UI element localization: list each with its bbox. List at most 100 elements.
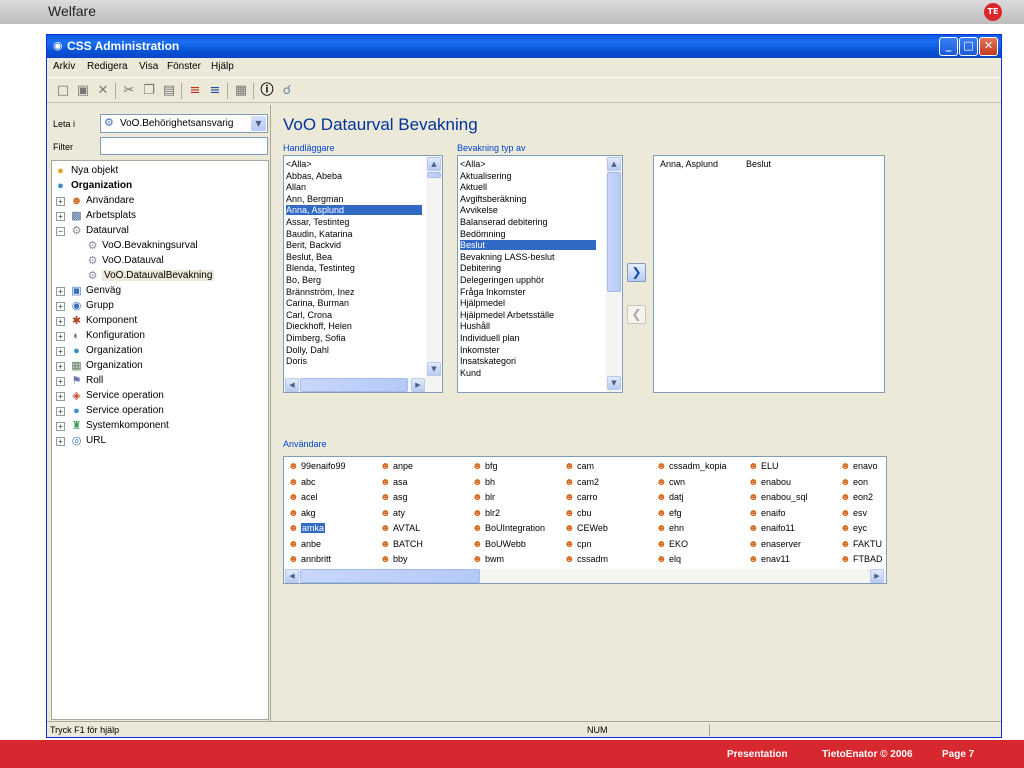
expand-icon[interactable]: + [56,212,65,221]
remove-arrow-button[interactable]: ❮ [627,305,646,324]
leta-i-combobox[interactable]: ⚙ VoO.Behörighetsansvarig ▼ [100,114,268,133]
menu-redigera[interactable]: Redigera [87,61,128,72]
handlaggare-item[interactable]: Abbas, Abeba [286,171,422,181]
bevakning-item[interactable]: Hushåll [460,321,596,331]
scroll-up-icon[interactable]: ▲ [427,157,441,171]
handlaggare-item[interactable]: Beslut, Bea [286,252,422,262]
scroll-right-icon[interactable]: ▶ [870,569,884,583]
bevakning-item[interactable]: Aktuell [460,182,596,192]
scrollbar[interactable]: ◀ ▶ [284,569,886,583]
expand-icon[interactable]: + [56,437,65,446]
expand-icon[interactable]: + [56,302,65,311]
properties-icon[interactable]: ▦ [233,83,249,99]
handlaggare-item[interactable]: Carina, Burman [286,298,422,308]
add-arrow-button[interactable]: ❯ [627,263,646,282]
bevakning-item[interactable]: Individuell plan [460,333,596,343]
bevakning-item[interactable]: Hjälpmedel [460,298,596,308]
bevakning-item[interactable]: Kund [460,368,596,378]
object-tree[interactable]: ● Nya objekt ● Organization + ☻ Användar… [51,160,269,720]
handlaggare-listbox[interactable]: <Alla> Abbas, Abeba Allan Ann, Bergman Anna,… [283,155,443,393]
bevakning-item[interactable]: Hjälpmedel Arbetsställe [460,310,596,320]
scroll-thumb[interactable] [607,172,621,292]
handlaggare-item[interactable]: Dolly, Dahl [286,345,422,355]
handlaggare-item[interactable]: Ann, Bergman [286,194,422,204]
expand-icon[interactable]: + [56,392,65,401]
save-icon[interactable]: ▣ [75,83,91,99]
result-listbox[interactable]: Anna, Asplund Beslut [653,155,885,393]
bevakning-item[interactable]: <Alla> [460,159,596,169]
scroll-down-icon[interactable]: ▼ [607,376,621,390]
handlaggare-item[interactable]: Bo, Berg [286,275,422,285]
expand-icon[interactable]: + [56,287,65,296]
expand-icon[interactable]: + [56,422,65,431]
new-icon[interactable]: □ [55,83,71,99]
import-icon[interactable]: ≡ [207,83,223,99]
handlaggare-item[interactable]: Allan [286,182,422,192]
filter-input[interactable] [100,137,268,155]
bevakning-item[interactable]: Avgiftsberäkning [460,194,596,204]
bevakning-item[interactable]: Debitering [460,263,596,273]
copy-icon[interactable]: ❐ [141,83,157,99]
expand-icon[interactable]: + [56,197,65,206]
bevakning-listbox[interactable]: <Alla> Aktualisering Aktuell Avgiftsberäkni… [457,155,623,393]
scrollbar[interactable]: ▲ ▼ [606,156,622,392]
title-bar[interactable]: ◉ CSS Administration _ □ ✕ [47,35,1001,58]
handlaggare-item[interactable]: Dimberg, Sofia [286,333,422,343]
handlaggare-item[interactable]: Brännström, Inez [286,287,422,297]
scroll-left-icon[interactable]: ◀ [285,378,299,392]
scrollbar[interactable]: ◀ ▶ [284,378,442,392]
menu-fonster[interactable]: Fönster [167,61,201,72]
scroll-left-icon[interactable]: ◀ [285,569,299,583]
result-type[interactable]: Beslut [746,159,771,169]
info-icon[interactable]: ⓘ [259,83,275,99]
content-pane: VoO Dataurval Bevakning Handläggare <All… [273,105,1001,721]
bevakning-item[interactable]: Insatskategori [460,356,596,366]
close-button[interactable]: ✕ [979,37,998,56]
bevakning-item[interactable]: Bevakning LASS-beslut [460,252,596,262]
scroll-down-icon[interactable]: ▼ [427,362,441,376]
handlaggare-item[interactable]: <Alla> [286,159,422,169]
bevakning-item[interactable]: Avvikelse [460,205,596,215]
scroll-right-icon[interactable]: ▶ [411,378,425,392]
menu-arkiv[interactable]: Arkiv [53,61,75,72]
cut-icon[interactable]: ✂ [121,83,137,99]
handlaggare-item[interactable]: Berit, Backvid [286,240,422,250]
handlaggare-item[interactable]: Anna, Asplund [286,205,422,216]
users-list[interactable]: ☻ 99enaifo99 ☻ abc ☻ acel ☻ akg ☻ amka ☻ anbe ☻ annbr… [283,456,887,584]
expand-icon[interactable]: + [56,377,65,386]
expand-icon[interactable]: + [56,362,65,371]
maximize-button[interactable]: □ [959,37,978,56]
result-name[interactable]: Anna, Asplund [660,159,718,169]
expand-icon[interactable]: + [56,347,65,356]
expand-icon[interactable]: + [56,407,65,416]
handlaggare-item[interactable]: Carl, Crona [286,310,422,320]
chevron-down-icon[interactable]: ▼ [251,116,266,131]
expand-icon[interactable]: + [56,317,65,326]
handlaggare-item[interactable]: Assar, Testinteg [286,217,422,227]
scroll-thumb[interactable] [300,569,480,583]
delete-icon[interactable]: ✕ [95,83,111,99]
collapse-icon[interactable]: − [56,227,65,236]
minimize-button[interactable]: _ [939,37,958,56]
expand-icon[interactable]: + [56,332,65,341]
handlaggare-item[interactable]: Doris [286,356,422,366]
scroll-thumb[interactable] [427,172,441,178]
bevakning-item[interactable]: Aktualisering [460,171,596,181]
bevakning-item[interactable]: Beslut [460,240,596,251]
handlaggare-item[interactable]: Baudin, Katarina [286,229,422,239]
connect-icon[interactable]: ☌ [279,83,295,99]
bevakning-item[interactable]: Bedömning [460,229,596,239]
menu-hjalp[interactable]: Hjälp [211,61,234,72]
export-icon[interactable]: ≡ [187,83,203,99]
bevakning-item[interactable]: Delegeringen upphör [460,275,596,285]
scroll-thumb[interactable] [300,378,408,392]
menu-visa[interactable]: Visa [139,61,158,72]
bevakning-item[interactable]: Balanserad debitering [460,217,596,227]
bevakning-item[interactable]: Fråga Inkomster [460,287,596,297]
scrollbar[interactable]: ▲ ▼ [426,156,442,378]
scroll-up-icon[interactable]: ▲ [607,157,621,171]
bevakning-item[interactable]: Inkomster [460,345,596,355]
paste-icon[interactable]: ▤ [161,83,177,99]
handlaggare-item[interactable]: Dieckhoff, Helen [286,321,422,331]
handlaggare-item[interactable]: Blenda, Testinteg [286,263,422,273]
